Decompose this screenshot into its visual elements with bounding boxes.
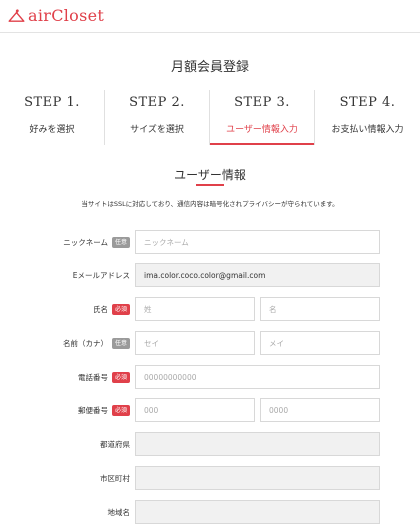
prefecture-row: 都道府県 <box>0 432 420 456</box>
name-row: 氏名 必須 姓 名 <box>0 297 420 321</box>
nickname-input[interactable]: ニックネーム <box>135 230 380 254</box>
nickname-label-group: ニックネーム 任意 <box>63 230 130 254</box>
nickname-row: ニックネーム 任意 ニックネーム <box>0 230 420 254</box>
prefecture-label: 都道府県 <box>100 439 130 449</box>
step-number: STEP 2. <box>129 95 185 110</box>
step-indicator: STEP 1. 好みを選択 STEP 2. サイズを選択 STEP 3. ユーザ… <box>0 90 420 145</box>
phone-label: 電話番号 <box>77 372 108 382</box>
phone-row: 電話番号 必須 00000000000 <box>0 365 420 389</box>
email-field[interactable]: ima.color.coco.color@gmail.com <box>135 263 380 287</box>
postal-label-group: 郵便番号 必須 <box>78 398 130 422</box>
ssl-notice: 当サイトはSSLに対応しており、通信内容は暗号化されプライバシーが守られています… <box>81 200 339 208</box>
step-3: STEP 3. ユーザー情報入力 <box>210 90 314 145</box>
postal-code-second-input[interactable]: 0000 <box>260 398 380 422</box>
phone-input[interactable]: 00000000000 <box>135 365 380 389</box>
area-label: 地域名 <box>107 507 131 517</box>
step-label: ユーザー情報入力 <box>226 125 298 135</box>
email-label: Eメールアドレス <box>72 270 130 280</box>
optional-badge: 任意 <box>111 337 130 349</box>
last-name-input[interactable]: 姓 <box>135 297 255 321</box>
header: airCloset <box>0 0 420 33</box>
step-number: STEP 4. <box>339 95 396 110</box>
optional-badge: 任意 <box>111 236 130 248</box>
last-name-kana-input[interactable]: セイ <box>135 331 255 355</box>
prefecture-field[interactable] <box>135 432 380 456</box>
first-name-kana-input[interactable]: メイ <box>260 331 380 355</box>
first-name-input[interactable]: 名 <box>260 297 380 321</box>
email-label-group: Eメールアドレス <box>73 263 130 287</box>
city-row: 市区町村 <box>0 466 420 490</box>
step-label: 好みを選択 <box>29 125 75 135</box>
area-row: 地域名 <box>0 500 420 524</box>
kana-row: 名前（カナ） 任意 セイ メイ <box>0 331 420 355</box>
area-label-group: 地域名 <box>108 500 131 524</box>
name-label: 氏名 <box>92 304 108 314</box>
area-field[interactable] <box>135 500 380 524</box>
kana-label-group: 名前（カナ） 任意 <box>63 331 130 355</box>
brand-name: airCloset <box>28 6 105 25</box>
prefecture-label-group: 都道府県 <box>100 432 130 456</box>
required-badge: 必須 <box>111 404 130 416</box>
step-number: STEP 3. <box>234 95 290 110</box>
required-badge: 必須 <box>111 303 130 315</box>
section-title: ユーザー情報 <box>174 168 246 182</box>
postal-code-first-input[interactable]: 000 <box>135 398 255 422</box>
step-4: STEP 4. お支払い情報入力 <box>315 90 420 145</box>
step-label: お支払い情報入力 <box>331 125 404 135</box>
hanger-icon <box>8 8 25 22</box>
name-label-group: 氏名 必須 <box>93 297 130 321</box>
step-2: STEP 2. サイズを選択 <box>105 90 209 145</box>
brand-logo[interactable]: airCloset <box>8 7 104 25</box>
postal-row: 郵便番号 必須 000 0000 <box>0 398 420 422</box>
nickname-label: ニックネーム <box>63 237 108 247</box>
step-label: サイズを選択 <box>130 125 184 135</box>
kana-label: 名前（カナ） <box>62 338 108 348</box>
city-label-group: 市区町村 <box>100 466 130 490</box>
city-label: 市区町村 <box>100 473 130 483</box>
section-title-rule <box>196 184 224 186</box>
postal-label: 郵便番号 <box>77 405 108 415</box>
page-title: 月額会員登録 <box>170 60 249 75</box>
step-1: STEP 1. 好みを選択 <box>0 90 104 145</box>
active-step-underline <box>210 143 314 145</box>
step-number: STEP 1. <box>24 95 80 110</box>
email-row: Eメールアドレス ima.color.coco.color@gmail.com <box>0 263 420 287</box>
phone-label-group: 電話番号 必須 <box>78 365 130 389</box>
city-field[interactable] <box>135 466 380 490</box>
required-badge: 必須 <box>111 371 130 383</box>
